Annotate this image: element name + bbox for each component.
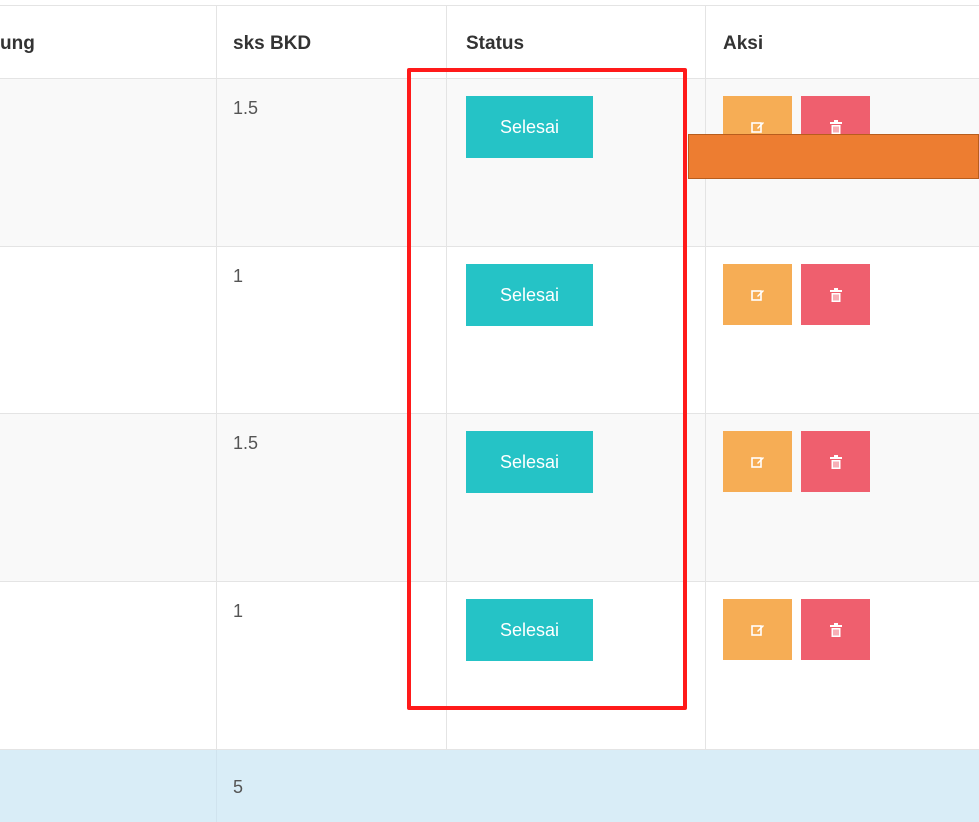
edit-icon <box>750 456 764 468</box>
table-row: 1.5 Selesai <box>0 413 979 582</box>
status-badge: Selesai <box>466 431 593 493</box>
sks-value: 1.5 <box>233 98 259 118</box>
delete-button[interactable] <box>801 599 870 660</box>
table-total-row: 5 <box>0 749 979 822</box>
edit-button[interactable] <box>723 599 792 660</box>
sks-value: 1 <box>233 601 244 621</box>
trash-icon <box>829 454 842 469</box>
table-row: 1 Selesai <box>0 581 979 750</box>
trash-icon <box>829 119 842 134</box>
sks-value: 1 <box>233 266 244 286</box>
table-row: 1 Selesai <box>0 246 979 414</box>
trash-icon <box>829 622 842 637</box>
edit-button[interactable] <box>723 431 792 492</box>
total-sks-value: 5 <box>233 777 244 797</box>
edit-icon <box>750 289 764 301</box>
table-header: ung sks BKD Status Aksi <box>0 5 979 79</box>
delete-button[interactable] <box>801 264 870 325</box>
sks-value: 1.5 <box>233 433 259 453</box>
trash-icon <box>829 287 842 302</box>
annotation-bar <box>688 134 979 179</box>
status-badge: Selesai <box>466 96 593 158</box>
column-header-sks-bkd: sks BKD <box>233 33 312 54</box>
edit-icon <box>750 624 764 636</box>
bkd-table: ung sks BKD Status Aksi 1.5 Selesai 1 Se… <box>0 0 979 822</box>
column-header-status: Status <box>466 33 525 54</box>
column-header-truncated: ung <box>0 33 35 54</box>
status-badge: Selesai <box>466 599 593 661</box>
column-header-aksi: Aksi <box>723 33 764 54</box>
delete-button[interactable] <box>801 431 870 492</box>
status-badge: Selesai <box>466 264 593 326</box>
edit-button[interactable] <box>723 264 792 325</box>
edit-icon <box>750 121 764 133</box>
